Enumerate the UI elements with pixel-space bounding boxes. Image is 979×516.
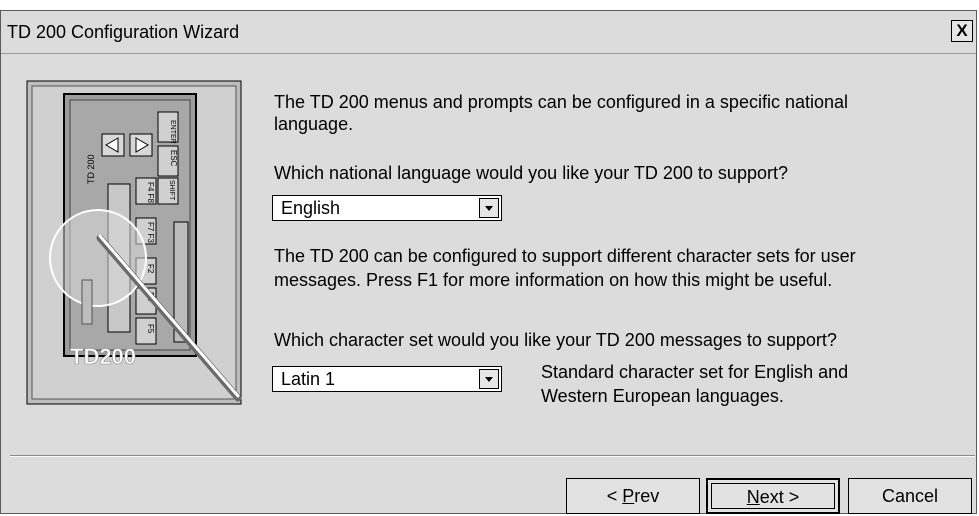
key-f4-label: F4 F8 xyxy=(146,182,155,203)
chevron-down-icon[interactable] xyxy=(479,369,499,389)
key-enter-label: ENTER xyxy=(169,120,176,144)
key-f3-label: F7 F3 xyxy=(146,222,155,243)
close-icon: X xyxy=(956,21,968,40)
key-f5-label: F5 xyxy=(146,324,155,334)
prev-prefix: < xyxy=(606,486,623,506)
charset-info-line2: messages. Press F1 for more information … xyxy=(274,270,833,290)
td200-illustration: ENTER ESC F4 F8 SHIFT F7 F3 F2 F6 F5 TD … xyxy=(26,80,242,410)
chevron-down-icon[interactable] xyxy=(479,198,499,218)
charset-desc-line1: Standard character set for English and xyxy=(541,362,849,382)
charset-question: Which character set would you like your … xyxy=(274,330,837,350)
close-button[interactable]: X xyxy=(951,20,973,42)
intro-text-line2: language. xyxy=(274,114,354,134)
charset-info-line1: The TD 200 can be configured to support … xyxy=(274,246,856,266)
default-focus-rect xyxy=(711,483,835,509)
key-esc-label: ESC xyxy=(169,150,178,167)
device-side-label: TD 200 xyxy=(86,154,96,184)
charset-value: Latin 1 xyxy=(281,369,336,389)
title-bar: TD 200 Configuration Wizard X xyxy=(1,11,976,54)
td200-device-icon: ENTER ESC F4 F8 SHIFT F7 F3 F2 F6 F5 TD … xyxy=(26,80,242,405)
next-button[interactable]: Next > xyxy=(706,478,840,514)
language-question: Which national language would you like y… xyxy=(274,163,788,183)
prev-button[interactable]: < Prev xyxy=(566,478,700,514)
cancel-button[interactable]: Cancel xyxy=(848,478,972,514)
charset-desc-line2: Western European languages. xyxy=(541,386,784,406)
language-value: English xyxy=(281,198,341,218)
charset-dropdown[interactable]: Latin 1 xyxy=(272,366,502,392)
language-dropdown[interactable]: English xyxy=(272,195,502,221)
key-f2-label: F2 xyxy=(146,264,155,274)
device-label: TD200 xyxy=(70,344,136,369)
prev-accel: P xyxy=(622,486,635,506)
window-title: TD 200 Configuration Wizard xyxy=(7,22,240,42)
key-shift-label: SHIFT xyxy=(168,180,175,201)
prev-rest: rev xyxy=(634,486,660,506)
button-separator xyxy=(10,455,975,457)
intro-text-line1: The TD 200 menus and prompts can be conf… xyxy=(274,92,849,112)
